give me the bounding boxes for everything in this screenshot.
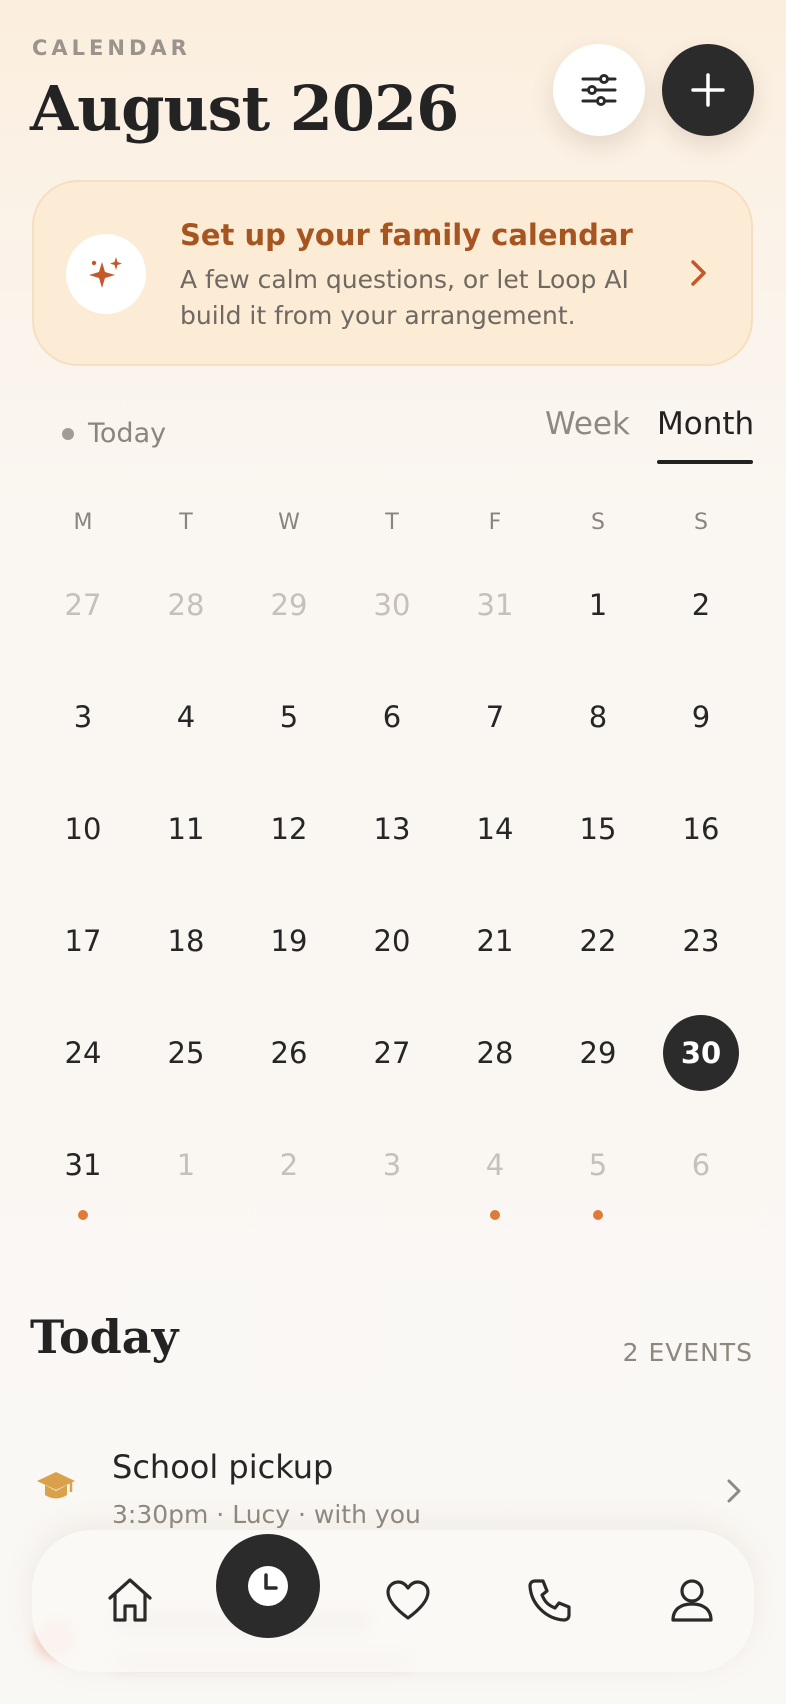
home-icon xyxy=(108,1578,152,1622)
calendar-day[interactable]: 31 xyxy=(45,1127,121,1203)
weekday-label: T xyxy=(179,510,193,535)
calendar-day[interactable]: 2 xyxy=(663,567,739,643)
tab-month[interactable]: Month xyxy=(657,406,754,442)
today-label: Today xyxy=(88,418,167,449)
banner-description: A few calm questions, or let Loop AI bui… xyxy=(180,265,629,330)
calendar-day[interactable]: 28 xyxy=(148,567,224,643)
today-section-title: Today xyxy=(30,1310,179,1364)
chevron-right-icon xyxy=(727,1479,741,1503)
today-event-count: 2 EVENTS xyxy=(622,1338,753,1367)
weekday-label: S xyxy=(591,510,605,535)
calendar-day[interactable]: 4 xyxy=(148,679,224,755)
weekday-label: W xyxy=(278,510,300,535)
tab-calls[interactable] xyxy=(520,1570,580,1630)
calendar-day[interactable]: 24 xyxy=(45,1015,121,1091)
phone-icon xyxy=(528,1579,571,1622)
calendar-day[interactable]: 3 xyxy=(354,1127,430,1203)
jump-to-today[interactable]: Today xyxy=(62,418,166,449)
calendar-day[interactable]: 29 xyxy=(560,1015,636,1091)
event-title: School pickup xyxy=(112,1448,334,1486)
calendar-day[interactable]: 3 xyxy=(45,679,121,755)
page-eyebrow: CALENDAR xyxy=(32,36,191,60)
event-indicator-dot xyxy=(593,1210,603,1220)
calendar-day[interactable]: 13 xyxy=(354,791,430,867)
tab-profile[interactable] xyxy=(662,1570,722,1630)
chevron-right-icon xyxy=(691,260,706,286)
tab-home[interactable] xyxy=(100,1570,160,1630)
calendar-day[interactable]: 23 xyxy=(663,903,739,979)
banner-title: Set up your family calendar xyxy=(180,218,633,252)
calendar-day[interactable]: 15 xyxy=(560,791,636,867)
weekday-label: M xyxy=(73,510,93,535)
tab-favorites[interactable] xyxy=(378,1570,438,1630)
calendar-day[interactable]: 6 xyxy=(354,679,430,755)
calendar-day[interactable]: 12 xyxy=(251,791,327,867)
active-tab-indicator xyxy=(657,460,753,464)
calendar-day[interactable]: 9 xyxy=(663,679,739,755)
weekday-label: S xyxy=(694,510,708,535)
event-row-school-pickup[interactable]: School pickup 3:30pm · Lucy · with you xyxy=(0,1440,786,1529)
plus-icon xyxy=(691,73,725,107)
event-indicator-dot xyxy=(490,1210,500,1220)
calendar-day[interactable]: 27 xyxy=(354,1015,430,1091)
calendar-day[interactable]: 4 xyxy=(457,1127,533,1203)
sliders-icon xyxy=(581,74,617,106)
calendar-day[interactable]: 19 xyxy=(251,903,327,979)
calendar-day[interactable]: 14 xyxy=(457,791,533,867)
setup-family-calendar-banner[interactable]: Set up your family calendar A few calm q… xyxy=(32,180,753,366)
calendar-day[interactable]: 29 xyxy=(251,567,327,643)
calendar-day[interactable]: 30 xyxy=(354,567,430,643)
calendar-day[interactable]: 20 xyxy=(354,903,430,979)
weekday-header: MTWTFSS xyxy=(0,510,786,550)
user-icon xyxy=(671,1579,713,1622)
calendar-day[interactable]: 16 xyxy=(663,791,739,867)
calendar-day[interactable]: 25 xyxy=(148,1015,224,1091)
calendar-day[interactable]: 27 xyxy=(45,567,121,643)
calendar-day[interactable]: 1 xyxy=(560,567,636,643)
banner-icon-circle xyxy=(66,234,146,314)
bottom-tab-bar xyxy=(32,1530,754,1672)
calendar-day[interactable]: 5 xyxy=(251,679,327,755)
calendar-day[interactable]: 26 xyxy=(251,1015,327,1091)
calendar-day[interactable]: 22 xyxy=(560,903,636,979)
calendar-day[interactable]: 1 xyxy=(148,1127,224,1203)
calendar-day[interactable]: 17 xyxy=(45,903,121,979)
calendar-day[interactable]: 6 xyxy=(663,1127,739,1203)
calendar-day[interactable]: 10 xyxy=(45,791,121,867)
graduation-cap-icon xyxy=(37,1472,75,1499)
heart-icon xyxy=(386,1580,430,1620)
event-indicator-dot xyxy=(78,1210,88,1220)
calendar-day[interactable]: 28 xyxy=(457,1015,533,1091)
calendar-day[interactable]: 31 xyxy=(457,567,533,643)
page-title: August 2026 xyxy=(30,72,459,145)
weekday-label: T xyxy=(385,510,399,535)
sparkles-icon xyxy=(89,257,122,288)
today-dot-icon xyxy=(62,427,74,440)
calendar-day[interactable]: 5 xyxy=(560,1127,636,1203)
weekday-label: F xyxy=(488,510,502,535)
add-event-button[interactable] xyxy=(662,44,754,136)
calendar-day-selected[interactable]: 30 xyxy=(663,1015,739,1091)
filter-button[interactable] xyxy=(553,44,645,136)
tab-schedule[interactable] xyxy=(216,1534,320,1638)
calendar-day[interactable]: 8 xyxy=(560,679,636,755)
calendar-day[interactable]: 2 xyxy=(251,1127,327,1203)
event-subtitle: 3:30pm · Lucy · with you xyxy=(112,1500,421,1529)
calendar-day[interactable]: 21 xyxy=(457,903,533,979)
calendar-day[interactable]: 11 xyxy=(148,791,224,867)
calendar-day[interactable]: 18 xyxy=(148,903,224,979)
clock-icon xyxy=(248,1566,288,1606)
tab-week[interactable]: Week xyxy=(545,406,630,442)
calendar-day[interactable]: 7 xyxy=(457,679,533,755)
